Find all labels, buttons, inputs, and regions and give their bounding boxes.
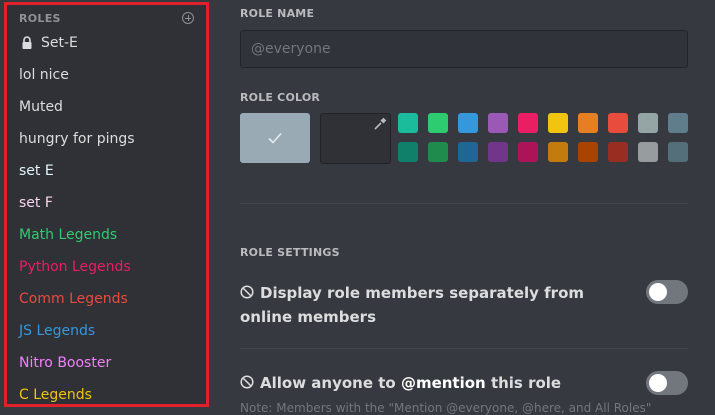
color-swatch[interactable] (548, 113, 568, 133)
role-name: Set-E (41, 35, 78, 51)
color-swatch[interactable] (548, 142, 568, 162)
role-item[interactable]: C Legends (7, 379, 206, 404)
color-swatch[interactable] (668, 113, 688, 133)
roles-header-label: ROLES (19, 11, 61, 25)
no-symbol-icon (240, 375, 254, 389)
no-symbol-icon (240, 285, 254, 299)
color-swatch[interactable] (638, 113, 658, 133)
setting-hoist-text: Display role members separately from onl… (240, 281, 600, 329)
role-name: Nitro Booster (19, 355, 112, 371)
role-item[interactable]: Math Legends (7, 219, 206, 251)
role-item[interactable]: Set-E (7, 27, 206, 59)
color-swatch[interactable] (428, 113, 448, 133)
role-item[interactable]: JS Legends (7, 315, 206, 347)
role-name: Python Legends (19, 259, 131, 275)
role-name: Muted (19, 99, 63, 115)
role-name: Comm Legends (19, 291, 128, 307)
role-item[interactable]: Python Legends (7, 251, 206, 283)
mention-keyword: @mention (400, 374, 486, 392)
role-item[interactable]: set F (7, 187, 206, 219)
setting-hoist-label: Display role members separately from onl… (240, 284, 585, 326)
role-name: C Legends (19, 387, 92, 403)
setting-mentionable-suffix: this role (485, 374, 562, 392)
setting-hoist: Display role members separately from onl… (240, 280, 688, 329)
custom-color-swatch[interactable] (320, 113, 391, 164)
color-swatch-grid (398, 113, 690, 162)
color-swatch[interactable] (518, 142, 538, 162)
role-name: set E (19, 163, 54, 179)
lock-icon (22, 36, 32, 49)
color-swatch[interactable] (488, 142, 508, 162)
toggle-knob (649, 283, 667, 301)
role-item[interactable]: lol nice (7, 59, 206, 91)
color-swatch[interactable] (578, 142, 598, 162)
color-swatch[interactable] (398, 142, 418, 162)
role-item[interactable]: Nitro Booster (7, 347, 206, 379)
role-color-label: ROLE COLOR (240, 91, 321, 104)
setting-mentionable: Allow anyone to @mention this role (240, 371, 688, 395)
role-item[interactable]: hungry for pings (7, 123, 206, 155)
role-item[interactable]: set E (7, 155, 206, 187)
color-swatch[interactable] (458, 142, 478, 162)
roles-sidebar: ROLES Set-E lol nice Muted hungry for pings… (4, 2, 209, 407)
color-swatch[interactable] (578, 113, 598, 133)
divider (240, 348, 688, 349)
role-list: Set-E lol nice Muted hungry for pings set E s… (7, 27, 206, 404)
setting-mentionable-text: Allow anyone to @mention this role (240, 371, 600, 395)
check-icon (268, 132, 282, 144)
color-swatch[interactable] (668, 142, 688, 162)
color-swatch[interactable] (518, 113, 538, 133)
color-swatch[interactable] (428, 142, 448, 162)
eyedropper-icon (374, 117, 387, 130)
role-name: hungry for pings (19, 131, 135, 147)
setting-mentionable-prefix: Allow anyone to (260, 374, 401, 392)
color-swatch[interactable] (608, 142, 628, 162)
add-role-icon[interactable] (182, 12, 194, 24)
color-swatch[interactable] (458, 113, 478, 133)
color-swatch[interactable] (398, 113, 418, 133)
default-color-swatch[interactable] (240, 113, 310, 163)
role-settings-label: ROLE SETTINGS (240, 246, 340, 259)
mentionable-toggle[interactable] (646, 371, 688, 395)
role-name-input[interactable] (240, 30, 688, 68)
color-swatch[interactable] (488, 113, 508, 133)
toggle-knob (649, 374, 667, 392)
roles-header: ROLES (7, 5, 206, 27)
role-name: lol nice (19, 67, 69, 83)
color-swatch[interactable] (638, 142, 658, 162)
hoist-toggle[interactable] (646, 280, 688, 304)
role-name-label: ROLE NAME (240, 7, 315, 20)
divider (240, 203, 688, 204)
role-name: set F (19, 195, 53, 211)
role-editor: ROLE NAME ROLE COLOR ROLE SETTINGS Displ… (240, 0, 690, 415)
color-swatch[interactable] (608, 113, 628, 133)
role-item[interactable]: Muted (7, 91, 206, 123)
role-name: Math Legends (19, 227, 118, 243)
role-name: JS Legends (19, 323, 96, 339)
role-item[interactable]: Comm Legends (7, 283, 206, 315)
